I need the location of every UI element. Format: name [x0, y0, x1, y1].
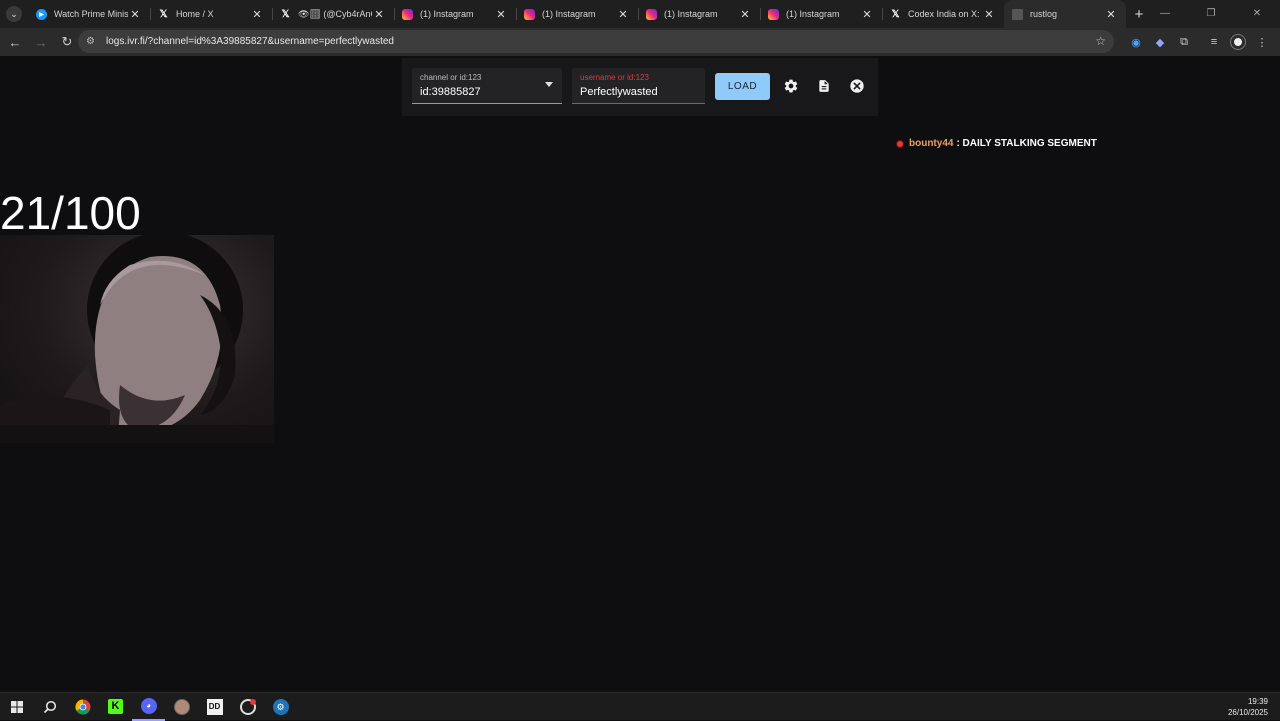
- progress-counter: 21/100: [0, 187, 141, 239]
- kick-icon[interactable]: K: [99, 693, 132, 721]
- filters-bar: channel or id:123 id:39885827 username o…: [402, 58, 878, 116]
- minimize-icon[interactable]: —: [1142, 0, 1188, 28]
- browser-tab[interactable]: 𝕏 👁🏻 (@Cyb4rAnG3L) ✕: [272, 0, 394, 28]
- chevron-down-icon: ⌄: [6, 6, 22, 22]
- browser-tab[interactable]: (1) Instagram ✕: [394, 0, 516, 28]
- tab-strip: ⌄ ▶ Watch Prime Minister ✕ 𝕏 Home / X ✕ …: [0, 0, 1280, 28]
- instagram-icon: [402, 8, 413, 20]
- browser-tab[interactable]: 𝕏 Home / X ✕: [150, 0, 272, 28]
- avatar[interactable]: [1226, 30, 1250, 54]
- tab-title: Home / X: [176, 9, 214, 19]
- webcam-overlay: [0, 235, 274, 443]
- load-button[interactable]: LOAD: [715, 73, 770, 100]
- tab-title: (1) Instagram: [420, 9, 474, 19]
- clear-close-icon[interactable]: [848, 77, 866, 95]
- os-taskbar: K ◕ DD ⚙ 19:39 26/10/2025: [0, 692, 1280, 721]
- close-icon[interactable]: ✕: [982, 8, 996, 21]
- browser-tab[interactable]: 𝕏 Codex India on X: "N ✕: [882, 0, 1004, 28]
- discord-icon[interactable]: ◕: [132, 693, 165, 721]
- dbd-game-icon[interactable]: DD: [198, 693, 231, 721]
- close-icon[interactable]: ✕: [616, 8, 630, 21]
- more-menu-icon[interactable]: ⋮: [1250, 30, 1274, 54]
- tab-title: rustlog: [1030, 9, 1058, 19]
- clock-date: 26/10/2025: [1227, 708, 1268, 717]
- search-icon[interactable]: [33, 693, 66, 721]
- reload-button[interactable]: ↻: [55, 30, 79, 54]
- prime-video-icon: ▶: [36, 8, 47, 20]
- close-window-icon[interactable]: ✕: [1234, 0, 1280, 28]
- record-app-icon[interactable]: [231, 693, 264, 721]
- tab-title: (1) Instagram: [664, 9, 718, 19]
- dropdown-arrow-icon[interactable]: [545, 82, 553, 87]
- url-text: logs.ivr.fi/?channel=id%3A39885827&usern…: [106, 36, 394, 47]
- read-aloud-icon[interactable]: ◉: [1124, 30, 1148, 54]
- settings-gear-icon[interactable]: [782, 77, 800, 95]
- extensions-area: ◉ ◆ ⧉ ≡ ⋮: [1124, 28, 1274, 56]
- close-icon[interactable]: ✕: [128, 8, 142, 21]
- browser-tab[interactable]: ▶ Watch Prime Minister ✕: [28, 0, 150, 28]
- steam-icon[interactable]: ⚙: [264, 693, 297, 721]
- x-icon: 𝕏: [281, 8, 290, 20]
- channel-label: channel or id:123: [420, 73, 482, 82]
- close-icon[interactable]: ✕: [860, 8, 874, 21]
- x-icon: 𝕏: [891, 8, 900, 20]
- close-icon[interactable]: ✕: [494, 8, 508, 21]
- avatar-app-icon[interactable]: [165, 693, 198, 721]
- document-icon[interactable]: [815, 77, 833, 95]
- browser-tab-active[interactable]: rustlog ✕: [1004, 0, 1126, 28]
- window-controls: — ❐ ✕: [1142, 0, 1280, 28]
- media-queue-icon[interactable]: ≡: [1202, 30, 1226, 54]
- browser-toolbar: ← → ↻ ⚙ logs.ivr.fi/?channel=id%3A398858…: [0, 28, 1280, 56]
- x-icon: 𝕏: [159, 8, 168, 20]
- restore-icon[interactable]: ❐: [1188, 0, 1234, 28]
- extensions-puzzle-icon[interactable]: ⧉: [1172, 30, 1196, 54]
- tab-title: Watch Prime Minister: [54, 9, 128, 19]
- windows-start-icon[interactable]: [0, 693, 33, 721]
- tab-title: 👁🏻 (@Cyb4rAnG3L): [298, 8, 372, 19]
- username-label: username or id:123: [580, 73, 649, 82]
- chrome-icon[interactable]: [66, 693, 99, 721]
- channel-select[interactable]: channel or id:123 id:39885827: [412, 68, 562, 104]
- chat-badge-icon: [897, 140, 903, 147]
- address-bar[interactable]: ⚙ logs.ivr.fi/?channel=id%3A39885827&use…: [78, 30, 1114, 53]
- site-info-icon[interactable]: ⚙: [86, 36, 100, 47]
- chat-message: bounty44 : DAILY STALKING SEGMENT: [897, 138, 1097, 149]
- close-icon[interactable]: ✕: [738, 8, 752, 21]
- tab-title: Codex India on X: "N: [908, 9, 982, 19]
- close-icon[interactable]: ✕: [1104, 8, 1118, 21]
- tab-title: (1) Instagram: [786, 9, 840, 19]
- chat-message-text: : DAILY STALKING SEGMENT: [956, 138, 1097, 149]
- instagram-icon: [524, 8, 535, 20]
- tab-title: (1) Instagram: [542, 9, 596, 19]
- system-clock[interactable]: 19:39 26/10/2025: [1228, 696, 1268, 718]
- browser-tab[interactable]: (1) Instagram ✕: [760, 0, 882, 28]
- rustlog-icon: [1012, 8, 1023, 20]
- clock-time: 19:39: [1247, 697, 1268, 706]
- rustlog-page: channel or id:123 id:39885827 username o…: [0, 56, 1280, 692]
- browser-tab[interactable]: (1) Instagram ✕: [516, 0, 638, 28]
- username-value: Perfectlywasted: [580, 86, 658, 98]
- instagram-icon: [768, 8, 779, 20]
- shield-extension-icon[interactable]: ◆: [1148, 30, 1172, 54]
- chat-username: bounty44: [909, 138, 954, 149]
- forward-button[interactable]: →: [29, 30, 53, 54]
- back-button[interactable]: ←: [3, 30, 27, 54]
- browser-tab[interactable]: (1) Instagram ✕: [638, 0, 760, 28]
- tab-search-button[interactable]: ⌄: [0, 0, 28, 28]
- bookmark-star-icon[interactable]: ☆: [1095, 34, 1106, 48]
- username-input[interactable]: username or id:123 Perfectlywasted: [572, 68, 705, 104]
- close-icon[interactable]: ✕: [372, 8, 386, 21]
- close-icon[interactable]: ✕: [250, 8, 264, 21]
- channel-value: id:39885827: [420, 86, 481, 98]
- instagram-icon: [646, 8, 657, 20]
